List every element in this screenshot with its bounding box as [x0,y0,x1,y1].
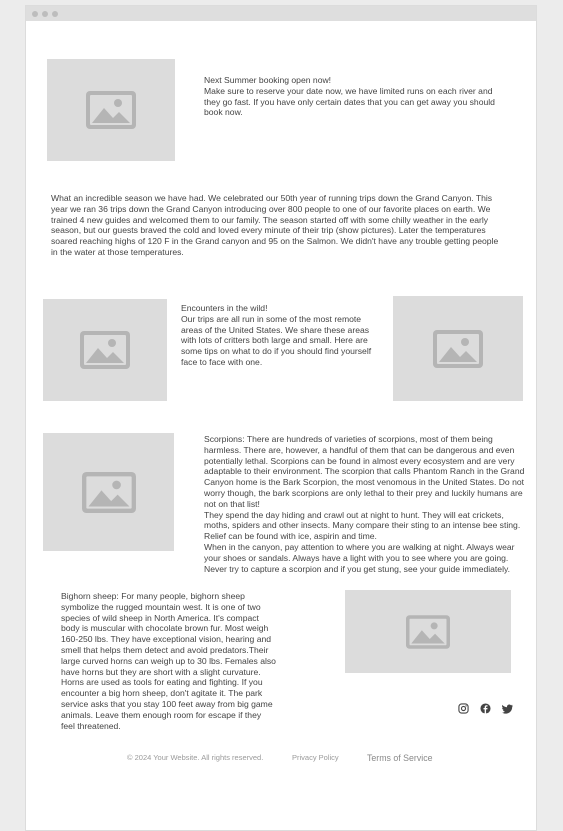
booking-title: Next Summer booking open now! [204,75,332,85]
instagram-icon[interactable] [458,703,469,714]
facebook-icon[interactable] [480,703,491,714]
encounters-image-right [393,296,523,401]
footer-copyright: © 2024 Your Website. All rights reserved… [127,753,264,762]
image-icon [406,614,450,649]
booking-text: Next Summer booking open now! Make sure … [204,75,504,118]
encounters-image-left [43,299,167,401]
season-body: What an incredible season we have had. W… [51,193,499,257]
image-icon [80,331,130,369]
image-icon [433,329,483,368]
scorpions-p2: They spend the day hiding and crawl out … [204,509,521,542]
scorpions-image [43,433,174,551]
bighorn-image [345,590,511,673]
encounters-text: Encounters in the wild! Our trips are al… [181,303,381,368]
booking-image [47,59,175,161]
bighorn-body: Bighorn sheep: For many people, bighorn … [61,591,276,731]
terms-of-service-link[interactable]: Terms of Service [367,753,433,763]
close-dot[interactable] [32,11,38,17]
scorpions-p1: Scorpions: There are hundreds of varieti… [204,434,525,509]
scorpions-p3: When in the canyon, pay attention to whe… [204,541,515,574]
window-titlebar [26,6,536,21]
booking-body: Make sure to reserve your date now, we h… [204,85,495,118]
season-text: What an incredible season we have had. W… [51,193,501,258]
image-icon [81,471,136,513]
bighorn-text: Bighorn sheep: For many people, bighorn … [61,591,276,731]
encounters-body: Our trips are all run in some of the mos… [181,313,372,367]
twitter-icon[interactable] [502,703,513,714]
privacy-policy-link[interactable]: Privacy Policy [292,753,339,762]
browser-window: Next Summer booking open now! Make sure … [25,5,537,831]
encounters-title: Encounters in the wild! [181,303,268,313]
maximize-dot[interactable] [52,11,58,17]
minimize-dot[interactable] [42,11,48,17]
image-icon [86,91,136,129]
scorpions-text: Scorpions: There are hundreds of varieti… [204,434,526,574]
